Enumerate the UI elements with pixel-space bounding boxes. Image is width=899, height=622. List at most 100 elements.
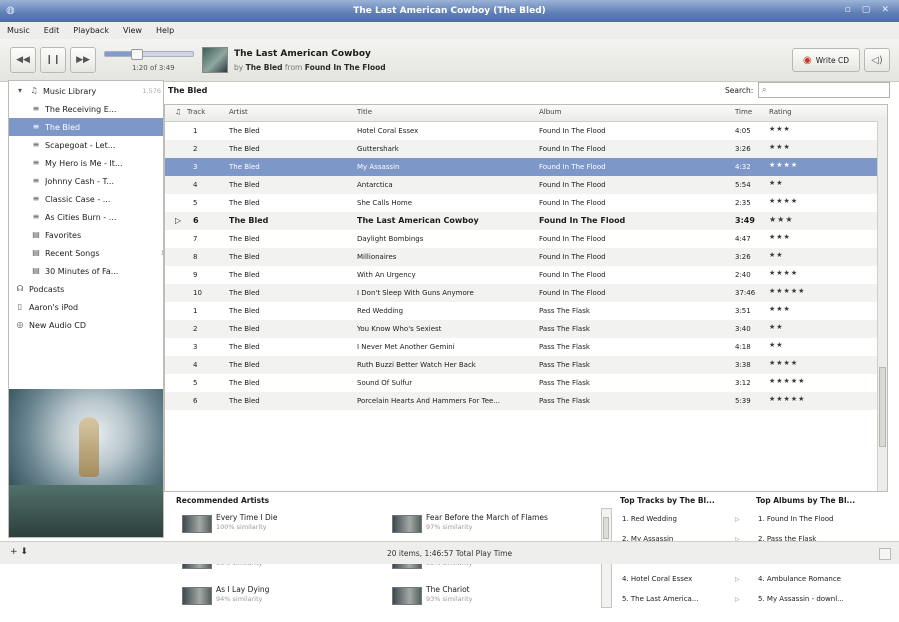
now-playing-album[interactable]: Found In The Flood (305, 63, 386, 72)
pause-button[interactable]: ❙❙ (40, 47, 66, 73)
table-row[interactable]: 8 The Bled Millionaires Found In The Flood 3… (165, 248, 877, 266)
column-playing-indicator[interactable]: ♫ (175, 108, 181, 116)
now-playing-artist[interactable]: The Bled (246, 63, 283, 72)
sidebar-item[interactable]: ≡The Bled195 (9, 118, 163, 136)
recommended-artist[interactable]: As I Lay Dying 94% similarity (182, 584, 382, 610)
menu-music[interactable]: Music (0, 26, 37, 35)
sidebar-item[interactable]: ≡As Cities Burn - ...113 (9, 208, 163, 226)
top-track-item[interactable]: 4. Hotel Coral Essex (622, 575, 692, 583)
table-row[interactable]: 5 The Bled Sound Of Sulfur Pass The Flask 3:… (165, 374, 877, 392)
top-album-item[interactable]: 4. Ambulance Romance (758, 575, 841, 583)
write-cd-button[interactable]: ◉ Write CD (792, 48, 860, 72)
volume-button[interactable]: ◁) (864, 48, 890, 72)
rating-stars[interactable]: ★★★ (769, 143, 791, 151)
top-album-item[interactable]: 5. My Assassin - downl... (758, 595, 844, 603)
previous-button[interactable]: ◀◀ (10, 47, 36, 73)
table-row[interactable]: 5 The Bled She Calls Home Found In The Floo… (165, 194, 877, 212)
scrollbar-thumb[interactable] (879, 367, 886, 447)
table-row[interactable]: 7 The Bled Daylight Bombings Found In The F… (165, 230, 877, 248)
now-playing-subtitle: by The Bled from Found In The Flood (234, 63, 386, 72)
table-row[interactable]: 4 The Bled Ruth Buzzi Better Watch Her Bac… (165, 356, 877, 374)
sidebar-item[interactable]: ▯ Aaron's iPod (9, 298, 163, 316)
write-cd-label: Write CD (815, 55, 849, 65)
sidebar-item[interactable]: ≡Classic Case - ...111 (9, 190, 163, 208)
menu-playback[interactable]: Playback (66, 26, 116, 35)
rating-stars[interactable]: ★★★★★ (769, 377, 805, 385)
table-row[interactable]: 2 The Bled You Know Who's Sexiest Pass The … (165, 320, 877, 338)
cell-track: 4 (193, 361, 198, 369)
column-artist[interactable]: Artist (229, 108, 248, 116)
rating-stars[interactable]: ★★★★ (769, 269, 798, 277)
seek-handle[interactable] (130, 49, 143, 60)
sidebar-item[interactable]: ▤Recent Songs1271 (9, 244, 163, 262)
expander-icon[interactable]: ▾ (15, 86, 25, 96)
column-title[interactable]: Title (357, 108, 372, 116)
sidebar-item[interactable]: ▾ ♫ Music Library 1,576 (9, 82, 163, 100)
sidebar-item-label: Classic Case - ... (45, 194, 111, 204)
search-input[interactable]: ⌕ (758, 82, 890, 98)
menu-view[interactable]: View (116, 26, 149, 35)
rating-stars[interactable]: ★★ (769, 323, 784, 331)
rating-stars[interactable]: ★★★★ (769, 161, 798, 169)
cell-track: 5 (193, 379, 198, 387)
top-track-item[interactable]: 5. The Last America... (622, 595, 699, 603)
rating-stars[interactable]: ★★ (769, 341, 784, 349)
rating-stars[interactable]: ★★★ (769, 305, 791, 313)
sidebar-item[interactable]: ▤30 Minutes of Fa...34 (9, 262, 163, 280)
menu-help[interactable]: Help (149, 26, 181, 35)
next-button[interactable]: ▶▶ (70, 47, 96, 73)
rating-stars[interactable]: ★★ (769, 179, 784, 187)
table-row[interactable]: 3 The Bled I Never Met Another Gemini Pass … (165, 338, 877, 356)
recommended-artist[interactable]: Fear Before the March of Flames 97% simil… (392, 512, 592, 538)
sidebar-item[interactable]: ≡Scapegoat - Let...123 (9, 136, 163, 154)
column-rating[interactable]: Rating (769, 108, 792, 116)
play-arrow-icon[interactable]: ▷ (735, 516, 740, 523)
recommended-artist[interactable]: The Chariot 93% similarity (392, 584, 592, 610)
window-controls[interactable]: ▫ ▢ ✕ (845, 5, 893, 15)
table-row[interactable]: 10 The Bled I Don't Sleep With Guns Anymor… (165, 284, 877, 302)
table-row[interactable]: 6 The Bled Porcelain Hearts And Hammers Fo… (165, 392, 877, 410)
play-arrow-icon[interactable]: ▷ (735, 596, 740, 603)
track-list-scrollbar[interactable] (877, 121, 887, 491)
rating-stars[interactable]: ★★★★★ (769, 395, 805, 403)
rating-stars[interactable]: ★★★★★ (769, 287, 805, 295)
recommended-scroll-thumb[interactable] (603, 517, 609, 539)
sidebar-item[interactable]: ≡My Hero is Me - It...120 (9, 154, 163, 172)
recommended-artist[interactable]: Every Time I Die 100% similarity (182, 512, 382, 538)
column-track[interactable]: Track (187, 108, 205, 116)
table-row[interactable]: 2 The Bled Guttershark Found In The Flood 3:… (165, 140, 877, 158)
sidebar-item[interactable]: ≡Johnny Cash - T...120 (9, 172, 163, 190)
table-row[interactable]: 1 The Bled Hotel Coral Essex Found In The F… (165, 122, 877, 140)
rating-stars[interactable]: ★★★ (769, 233, 791, 241)
top-track-item[interactable]: 1. Red Wedding (622, 515, 677, 523)
top-album-item[interactable]: 1. Found In The Flood (758, 515, 833, 523)
sidebar-item[interactable]: ≡The Receiving E...235 (9, 100, 163, 118)
rating-stars[interactable]: ★★★ (769, 215, 794, 224)
column-album[interactable]: Album (539, 108, 561, 116)
column-time[interactable]: Time (735, 108, 752, 116)
table-row[interactable]: 3 The Bled My Assassin Found In The Flood 4:… (165, 158, 877, 176)
rating-stars[interactable]: ★★★ (769, 125, 791, 133)
table-row[interactable]: 9 The Bled With An Urgency Found In The Flo… (165, 266, 877, 284)
sidebar-toggle-controls[interactable]: + ⬇ (10, 547, 28, 557)
status-text: 20 items, 1:46:57 Total Play Time (386, 548, 513, 558)
rating-stars[interactable]: ★★ (769, 251, 784, 259)
table-row[interactable]: 1 The Bled Red Wedding Pass The Flask 3:51 ★★… (165, 302, 877, 320)
rating-stars[interactable]: ★★★★ (769, 197, 798, 205)
rating-stars[interactable]: ★★★★ (769, 359, 798, 367)
speaker-icon: ◁) (871, 54, 883, 66)
seek-slider[interactable] (104, 49, 194, 60)
table-row[interactable]: ▷ 6 The Bled The Last American Cowboy Found … (165, 212, 877, 230)
cell-artist: The Bled (229, 235, 260, 243)
artist-similarity: 93% similarity (426, 595, 473, 603)
cell-album: Found In The Flood (539, 127, 606, 135)
app-icon: ◍ (6, 5, 15, 16)
table-row[interactable]: 4 The Bled Antarctica Found In The Flood 5:5… (165, 176, 877, 194)
sidebar-item[interactable]: ☊ Podcasts (9, 280, 163, 298)
resize-grip[interactable] (879, 548, 891, 560)
smart-playlist-icon: ▤ (32, 248, 40, 257)
play-arrow-icon[interactable]: ▷ (735, 576, 740, 583)
sidebar-item[interactable]: ◎ New Audio CD (9, 316, 163, 334)
sidebar-item[interactable]: ▤Favorites178 (9, 226, 163, 244)
menu-edit[interactable]: Edit (37, 26, 67, 35)
